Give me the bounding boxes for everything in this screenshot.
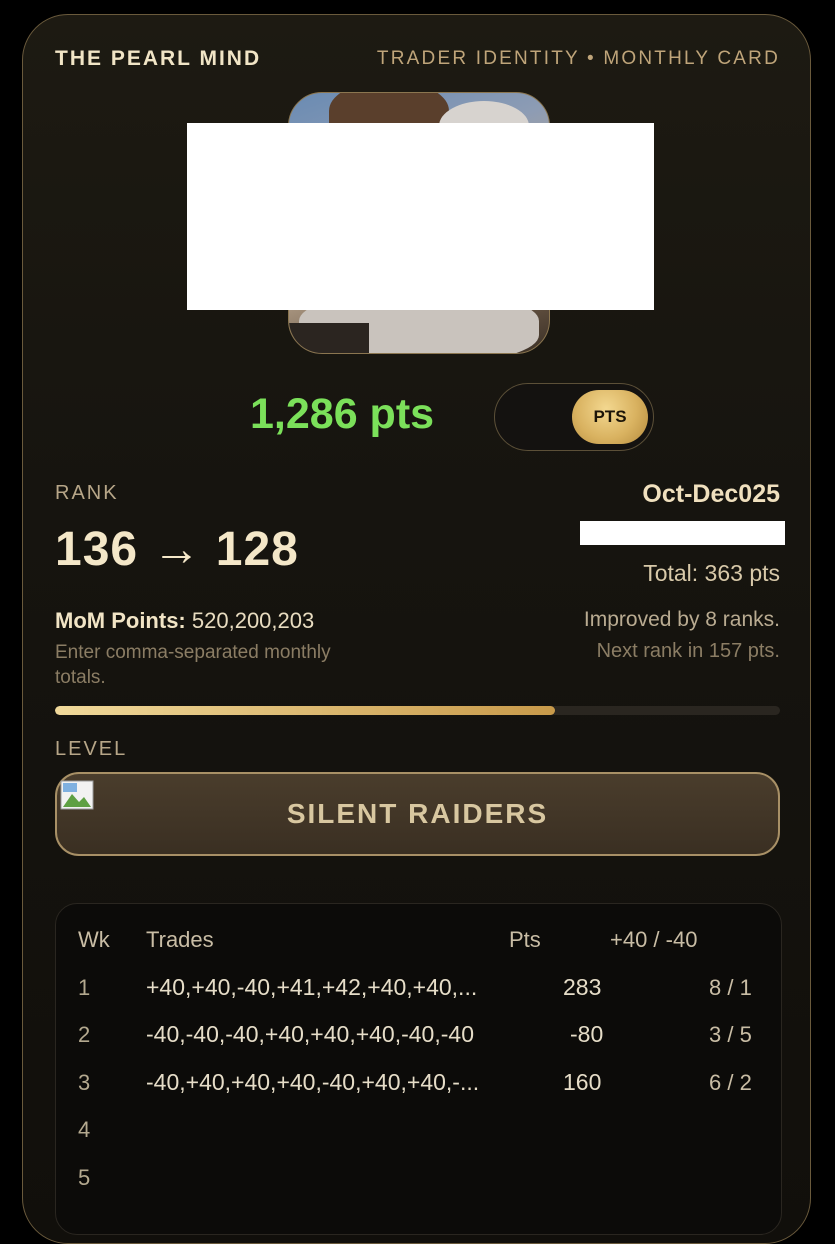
row-5-wk: 5: [78, 1165, 91, 1190]
col-header-ratio: +40 / -40: [610, 927, 698, 952]
rank-label: RANK: [55, 482, 119, 504]
redacted-block: [187, 123, 654, 310]
period-label: Oct-Dec025: [642, 480, 780, 508]
row-3-wk: 3: [78, 1070, 91, 1095]
row-2-wk: 2: [78, 1022, 91, 1047]
brand-title: THE PEARL MIND: [55, 47, 262, 70]
row-1-trades: +40,+40,-40,+41,+42,+40,+40,...: [146, 974, 478, 1000]
row-2-ratio: 3 / 5: [709, 1022, 752, 1047]
next-rank-text: Next rank in 157 pts.: [596, 640, 780, 662]
level-label: LEVEL: [55, 738, 128, 760]
rank-progress-fill: [55, 706, 556, 715]
col-header-wk: Wk: [78, 927, 110, 952]
rank-progress-bar: [55, 706, 780, 715]
row-3-ratio: 6 / 2: [709, 1070, 752, 1095]
col-header-trades: Trades: [146, 927, 214, 952]
row-1-ratio: 8 / 1: [709, 975, 752, 1000]
row-3-trades: -40,+40,+40,+40,-40,+40,+40,-...: [146, 1069, 480, 1095]
mom-value: 520,200,203: [191, 608, 315, 633]
redacted-name: [580, 521, 785, 545]
level-name: SILENT RAIDERS: [286, 798, 549, 829]
mom-hint: Enter comma-separated monthly totals.: [55, 642, 331, 688]
row-3-pts: 160: [563, 1069, 602, 1095]
toggle-knob[interactable]: PTS: [572, 390, 648, 444]
broken-image-icon: [60, 780, 94, 810]
points-total: 1,286 pts: [250, 390, 435, 438]
row-2-pts: -80: [570, 1021, 604, 1047]
mom-label: MoM Points:: [55, 608, 186, 633]
total-points: Total: 363 pts: [643, 560, 780, 586]
units-toggle[interactable]: PTS: [494, 383, 654, 451]
card-subtitle: TRADER IDENTITY • MONTHLY CARD: [376, 48, 780, 69]
row-4-wk: 4: [78, 1117, 91, 1142]
improved-text: Improved by 8 ranks.: [583, 608, 780, 631]
row-1-wk: 1: [78, 975, 91, 1000]
row-1-pts: 283: [563, 974, 602, 1000]
rank-value: 136 → 128: [55, 523, 299, 576]
mom-points: MoM Points: 520,200,203: [55, 608, 314, 634]
col-header-pts: Pts: [509, 927, 541, 952]
row-2-trades: -40,-40,-40,+40,+40,+40,-40,-40: [146, 1021, 474, 1047]
level-banner: SILENT RAIDERS: [55, 772, 780, 856]
